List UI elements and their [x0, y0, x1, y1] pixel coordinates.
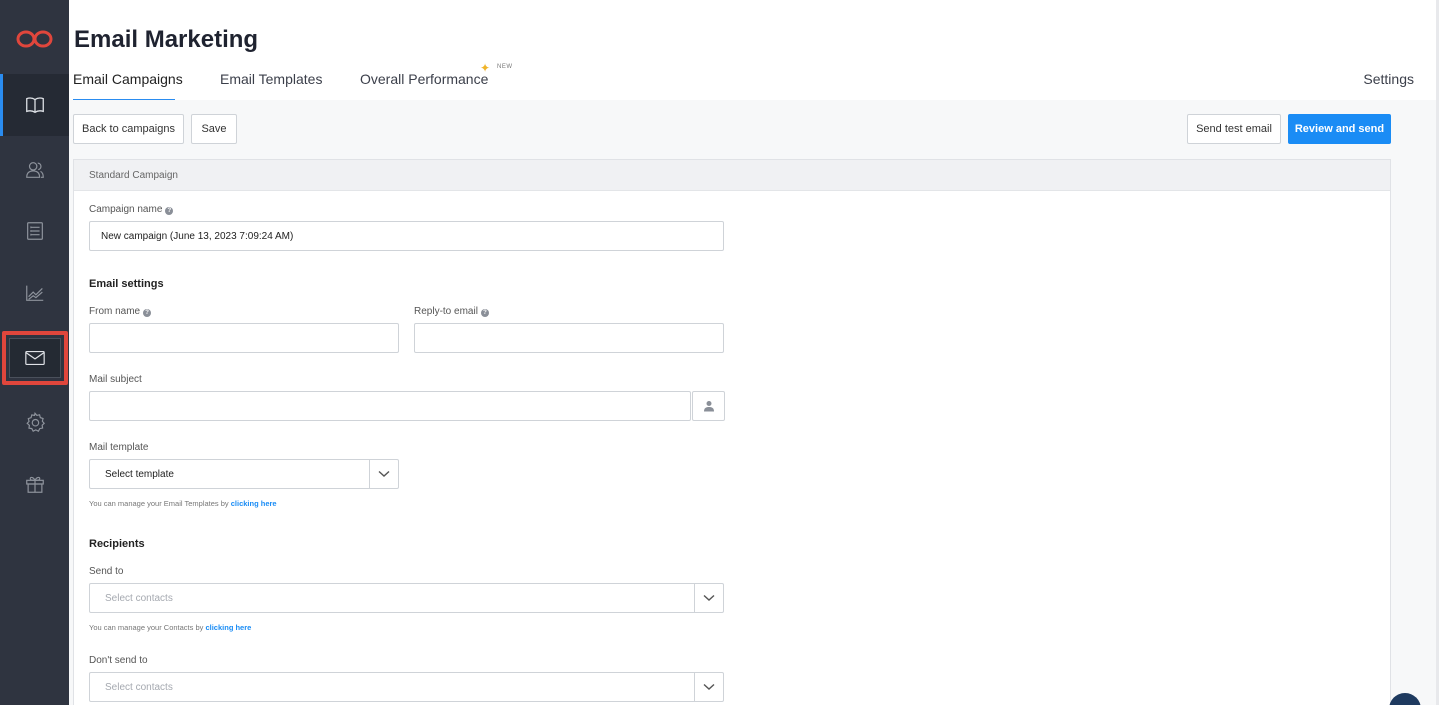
- mail-template-select[interactable]: Select template: [89, 459, 399, 489]
- mail-template-value: Select template: [105, 468, 174, 480]
- dont-send-to-select[interactable]: Select contacts: [89, 672, 724, 702]
- back-to-campaigns-button[interactable]: Back to campaigns: [73, 114, 184, 144]
- dont-send-to-label: Don't send to: [89, 655, 148, 666]
- review-and-send-button[interactable]: Review and send: [1288, 114, 1391, 144]
- reply-to-label-wrap: Reply-to email?: [414, 306, 489, 317]
- template-helper-text: You can manage your Email Templates by c…: [89, 499, 277, 508]
- manage-contacts-link[interactable]: clicking here: [205, 623, 251, 632]
- gear-icon: [25, 412, 45, 432]
- help-icon[interactable]: ?: [143, 309, 152, 317]
- dropdown-toggle[interactable]: [694, 584, 723, 612]
- mail-subject-label: Mail subject: [89, 374, 142, 385]
- mail-icon: [24, 350, 45, 366]
- reply-to-input[interactable]: [414, 323, 724, 353]
- chevron-down-icon: [703, 683, 715, 690]
- manage-templates-link[interactable]: clicking here: [231, 499, 277, 508]
- campaign-name-input[interactable]: New campaign (June 13, 2023 7:09:24 AM): [89, 221, 724, 251]
- from-name-label-wrap: From name?: [89, 306, 152, 317]
- mail-subject-input[interactable]: [89, 391, 691, 421]
- sparkle-icon: ✦: [480, 61, 491, 75]
- card-header: Standard Campaign: [74, 160, 1390, 191]
- send-to-select[interactable]: Select contacts: [89, 583, 724, 613]
- sidebar-item-campaigns[interactable]: [0, 74, 69, 136]
- sidebar-item-gifts[interactable]: [0, 453, 69, 515]
- sidebar-item-email-icon-wrap[interactable]: [0, 327, 69, 389]
- sidebar-item-settings[interactable]: [0, 391, 69, 453]
- contacts-helper-prefix: You can manage your Contacts by: [89, 623, 206, 632]
- send-test-email-button[interactable]: Send test email: [1187, 114, 1281, 144]
- chart-icon: [25, 285, 43, 301]
- send-to-label: Send to: [89, 566, 124, 577]
- gift-icon: [25, 476, 44, 493]
- help-icon[interactable]: ?: [480, 309, 489, 317]
- tab-email-templates[interactable]: Email Templates: [220, 71, 322, 87]
- personalize-button[interactable]: [692, 391, 725, 421]
- page-title: Email Marketing: [74, 26, 259, 53]
- contacts-helper-text: You can manage your Contacts by clicking…: [89, 623, 251, 632]
- person-icon: [703, 401, 714, 412]
- help-icon[interactable]: ?: [165, 207, 174, 215]
- card-title: Standard Campaign: [89, 170, 178, 181]
- sidebar-item-contacts[interactable]: [0, 139, 69, 201]
- chevron-down-icon: [703, 594, 715, 601]
- contacts-icon: [25, 162, 44, 178]
- from-name-input[interactable]: [89, 323, 399, 353]
- mail-template-label: Mail template: [89, 442, 149, 453]
- email-settings-title: Email settings: [89, 278, 164, 290]
- sidebar-item-reports[interactable]: [0, 262, 69, 324]
- dropdown-toggle[interactable]: [369, 460, 398, 488]
- from-name-label: From name: [89, 306, 141, 317]
- campaign-name-label-wrap: Campaign name?: [89, 204, 174, 215]
- settings-link[interactable]: Settings: [1363, 71, 1414, 87]
- book-icon: [25, 97, 44, 114]
- dropdown-toggle[interactable]: [694, 673, 723, 701]
- template-helper-prefix: You can manage your Email Templates by: [89, 499, 231, 508]
- reply-to-label: Reply-to email: [414, 306, 478, 317]
- infinity-logo-icon[interactable]: [16, 28, 53, 50]
- save-button[interactable]: Save: [191, 114, 237, 144]
- chevron-down-icon: [378, 470, 390, 477]
- list-icon: [26, 222, 43, 240]
- new-badge: NEW: [497, 64, 513, 70]
- tab-email-campaigns[interactable]: Email Campaigns: [73, 71, 183, 87]
- campaign-name-label: Campaign name: [89, 204, 163, 215]
- recipients-title: Recipients: [89, 538, 145, 550]
- send-to-placeholder: Select contacts: [105, 592, 173, 604]
- sidebar: [0, 0, 69, 705]
- tab-overall-performance[interactable]: Overall Performance: [360, 71, 488, 87]
- sidebar-item-lists[interactable]: [0, 200, 69, 262]
- dont-send-to-placeholder: Select contacts: [105, 681, 173, 693]
